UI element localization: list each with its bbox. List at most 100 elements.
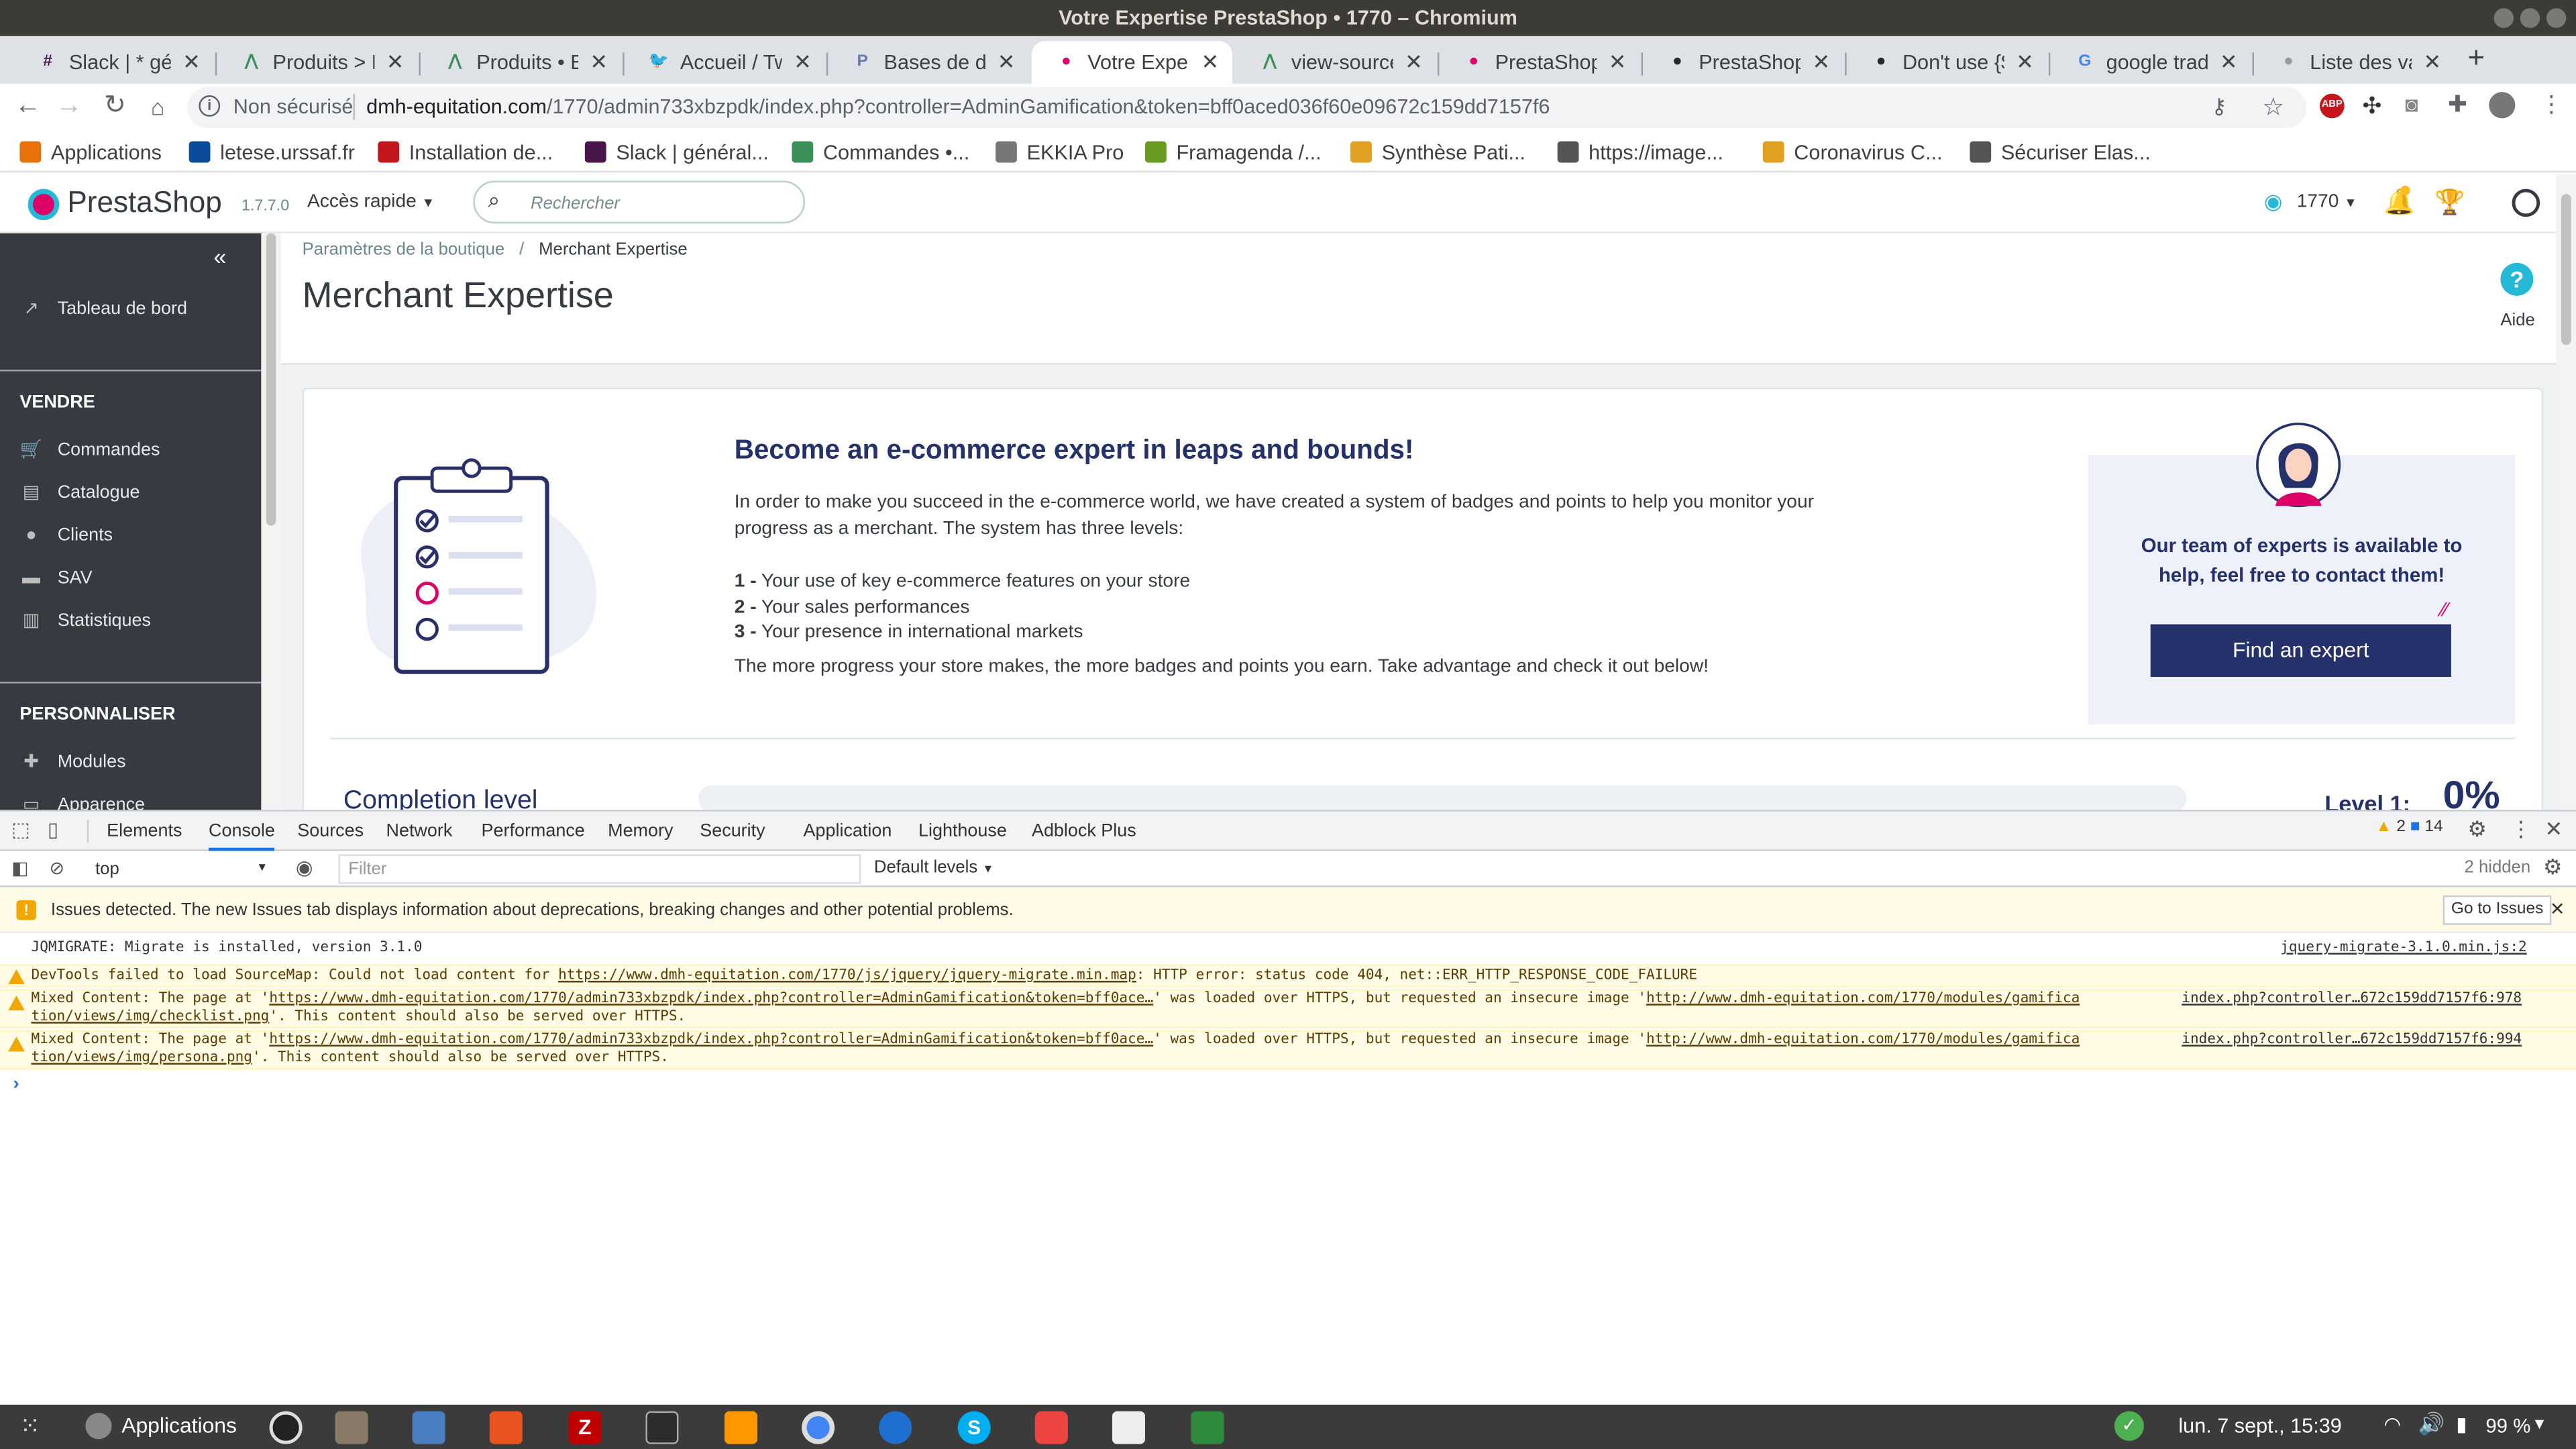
app-grid-icon[interactable]: ⁙ bbox=[19, 1411, 40, 1441]
sidebar-scroll-thumb[interactable] bbox=[266, 233, 276, 526]
camera-icon[interactable]: ◙ bbox=[2405, 92, 2418, 117]
tab-8[interactable]: ● PrestaShop / ✕ bbox=[1439, 41, 1640, 84]
devtools-close-icon[interactable]: ✕ bbox=[2545, 816, 2563, 843]
address-bar[interactable]: i Non sécurisé dmh-equitation.com/1770/a… bbox=[187, 87, 2307, 129]
tab-close-icon[interactable]: ✕ bbox=[1405, 43, 1423, 83]
new-tab-icon[interactable]: + bbox=[2467, 41, 2485, 75]
software-center-icon[interactable] bbox=[489, 1411, 523, 1444]
devtools-tab-sources[interactable]: Sources bbox=[297, 818, 364, 845]
go-to-issues-button[interactable]: Go to Issues bbox=[2443, 895, 2552, 925]
collapse-menu-icon[interactable]: « bbox=[213, 243, 226, 269]
sync-check-icon[interactable]: ✓ bbox=[2114, 1411, 2144, 1441]
tab-close-icon[interactable]: ✕ bbox=[794, 43, 812, 83]
image-link[interactable]: tion/views/img/persona.png bbox=[32, 1050, 252, 1066]
tab-12[interactable]: ● Liste des var ✕ bbox=[2254, 41, 2455, 84]
console-filter-input[interactable]: Filter bbox=[338, 854, 861, 884]
live-expression-eye-icon[interactable]: ◉ bbox=[296, 856, 313, 879]
issues-close-icon[interactable]: ✕ bbox=[2550, 887, 2565, 933]
tab-close-icon[interactable]: ✕ bbox=[2016, 43, 2034, 83]
bookmark-star-icon[interactable]: ☆ bbox=[2262, 92, 2284, 122]
clear-console-icon[interactable]: ⊘ bbox=[49, 857, 64, 879]
devtools-settings-icon[interactable]: ⚙ bbox=[2467, 816, 2487, 843]
clock[interactable]: lun. 7 sept., 15:39 bbox=[2178, 1415, 2341, 1438]
maximize-button[interactable] bbox=[2520, 8, 2540, 28]
log-levels-dropdown[interactable]: Default levels ▼ bbox=[874, 857, 994, 877]
spreadsheet-app-icon[interactable] bbox=[1191, 1411, 1224, 1444]
forward-icon[interactable]: → bbox=[52, 91, 85, 123]
reload-icon[interactable]: ↻ bbox=[99, 91, 131, 123]
context-selector[interactable]: top ▼ bbox=[85, 854, 272, 883]
help-label[interactable]: Aide bbox=[2500, 311, 2534, 330]
skype-icon[interactable]: S bbox=[957, 1411, 991, 1444]
tab-6[interactable]: ● Votre Expert ✕ bbox=[1031, 41, 1232, 84]
tab-5[interactable]: P Bases de don ✕ bbox=[828, 41, 1028, 84]
tab-close-icon[interactable]: ✕ bbox=[1609, 43, 1627, 83]
tab-2[interactable]: ⋀ Produits > M ✕ bbox=[217, 41, 417, 84]
text-editor-icon[interactable] bbox=[412, 1411, 445, 1444]
filezilla-icon[interactable]: Z bbox=[568, 1411, 602, 1444]
adblock-icon[interactable]: ABP bbox=[2319, 93, 2345, 119]
shop-selector[interactable]: 1770 ▼ bbox=[2297, 193, 2357, 212]
image-link[interactable]: http://www.dmh-equitation.com/1770/modul… bbox=[1646, 1032, 2080, 1048]
prestashop-logo-icon[interactable] bbox=[28, 189, 60, 221]
help-icon[interactable]: ? bbox=[2500, 262, 2534, 296]
files-app-icon[interactable] bbox=[335, 1411, 368, 1444]
power-menu-icon[interactable]: ▾ bbox=[2535, 1413, 2544, 1434]
devtools-tab-network[interactable]: Network bbox=[386, 818, 453, 845]
prestashop-logo[interactable]: PrestaShop bbox=[67, 186, 221, 220]
devtools-tab-lighthouse[interactable]: Lighthouse bbox=[918, 818, 1007, 845]
tab-close-icon[interactable]: ✕ bbox=[386, 43, 405, 83]
bookmark-item[interactable]: Coronavirus C... bbox=[1762, 136, 1942, 169]
log-source-link[interactable]: jquery-migrate-3.1.0.min.js:2 bbox=[2280, 940, 2526, 958]
device-toolbar-icon[interactable]: ▯ bbox=[48, 818, 58, 841]
warning-source-link[interactable]: index.php?controller…672c159dd7157f6:978 bbox=[2182, 991, 2522, 1009]
tab-close-icon[interactable]: ✕ bbox=[2220, 43, 2238, 83]
bookmark-item[interactable]: letese.urssaf.fr bbox=[189, 136, 355, 169]
devtools-tab-performance[interactable]: Performance bbox=[482, 818, 585, 845]
bookmark-item[interactable]: Installation de... bbox=[378, 136, 553, 169]
devtools-tab-console[interactable]: Console bbox=[209, 818, 275, 851]
image-link[interactable]: tion/views/img/checklist.png bbox=[32, 1009, 270, 1025]
bookmark-item[interactable]: EKKIA Pro bbox=[996, 136, 1124, 169]
bookmark-item[interactable]: Sécuriser Elas... bbox=[1970, 136, 2151, 169]
bookmark-item[interactable]: Applications bbox=[19, 136, 162, 169]
page-link[interactable]: https://www.dmh-equitation.com/1770/admi… bbox=[269, 991, 1153, 1007]
applications-menu[interactable]: Applications bbox=[121, 1413, 237, 1438]
sidebar-item-customers[interactable]: ● Clients bbox=[19, 521, 113, 550]
terminal-icon[interactable] bbox=[645, 1411, 679, 1444]
page-link[interactable]: https://www.dmh-equitation.com/1770/admi… bbox=[269, 1032, 1153, 1048]
screenshot-app-icon[interactable] bbox=[269, 1411, 303, 1444]
tab-close-icon[interactable]: ✕ bbox=[998, 43, 1016, 83]
tab-10[interactable]: ● Don't use {$l ✕ bbox=[1847, 41, 2047, 84]
bookmark-item[interactable]: https://image... bbox=[1557, 136, 1723, 169]
info-icon[interactable]: i bbox=[199, 95, 221, 117]
admin-search-input[interactable]: ⌕ Rechercher bbox=[473, 180, 806, 224]
inspect-element-icon[interactable]: ⬚ bbox=[11, 818, 30, 841]
browser-menu-icon[interactable]: ⋮ bbox=[2540, 91, 2563, 119]
tab-11[interactable]: Ggoogle tradu ✕ bbox=[2050, 41, 2251, 84]
thunderbird-icon[interactable] bbox=[879, 1411, 912, 1444]
tab-close-icon[interactable]: ✕ bbox=[2424, 43, 2442, 83]
sourcemap-link[interactable]: https://www.dmh-equitation.com/1770/js/j… bbox=[558, 967, 1136, 983]
sidebar-item-catalog[interactable]: ▤ Catalogue bbox=[19, 478, 140, 508]
employee-avatar-icon[interactable] bbox=[2512, 189, 2540, 217]
tab-close-icon[interactable]: ✕ bbox=[590, 43, 608, 83]
tab-1[interactable]: # Slack | * géné ✕ bbox=[13, 41, 214, 84]
sidebar-toggle-icon[interactable]: ◧ bbox=[11, 857, 28, 879]
console-settings-icon[interactable]: ⚙ bbox=[2543, 854, 2563, 880]
chromium-icon[interactable] bbox=[802, 1411, 835, 1444]
devtools-tab-elements[interactable]: Elements bbox=[107, 818, 182, 845]
sidebar-item-orders[interactable]: 🛒 Commandes bbox=[19, 435, 160, 465]
minimize-button[interactable] bbox=[2493, 8, 2514, 28]
bookmark-item[interactable]: Framagenda /... bbox=[1144, 136, 1322, 169]
devtools-tab-security[interactable]: Security bbox=[700, 818, 765, 845]
sidebar-item-appearance[interactable]: ▭ Apparence bbox=[19, 790, 145, 810]
close-window-button[interactable] bbox=[2546, 8, 2567, 28]
devtools-tab-adblock-plus[interactable]: Adblock Plus bbox=[1032, 818, 1136, 845]
tab-close-icon[interactable]: ✕ bbox=[1201, 43, 1219, 83]
key-icon[interactable]: ⚷ bbox=[2211, 94, 2226, 120]
back-icon[interactable]: ← bbox=[11, 91, 44, 123]
tab-3[interactable]: ⋀ Produits • Es ✕ bbox=[421, 41, 621, 84]
tab-close-icon[interactable]: ✕ bbox=[182, 43, 201, 83]
image-link[interactable]: http://www.dmh-equitation.com/1770/modul… bbox=[1646, 991, 2080, 1007]
